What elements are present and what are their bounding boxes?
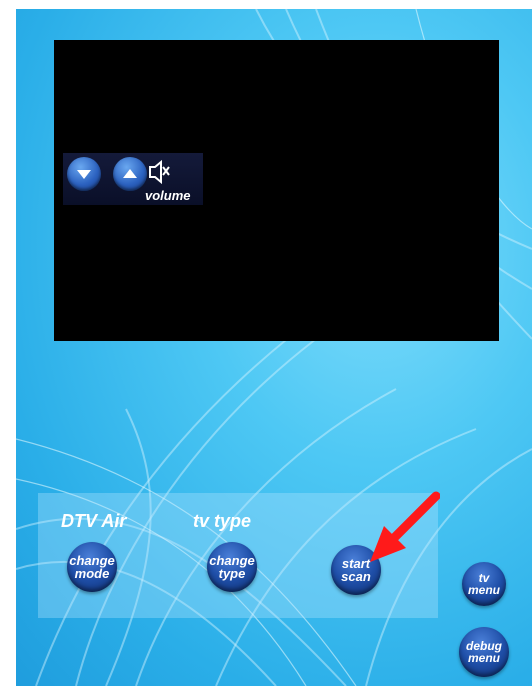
speaker-mute-icon[interactable] (148, 158, 170, 186)
button-label-line: menu (467, 651, 500, 665)
tv-menu-button[interactable]: tv menu (462, 562, 506, 606)
annotation-arrow-icon (370, 491, 440, 562)
button-label-line: scan (341, 569, 371, 584)
volume-down-button[interactable] (67, 157, 101, 191)
chevron-up-icon (123, 169, 137, 178)
volume-label: volume (145, 188, 191, 203)
change-mode-button[interactable]: change mode (67, 542, 117, 592)
debug-menu-button[interactable]: debug menu (459, 627, 509, 677)
button-label-line: type (218, 566, 246, 581)
mode-heading: DTV Air (61, 511, 127, 531)
button-label-line: menu (467, 583, 500, 597)
volume-up-button[interactable] (113, 157, 147, 191)
change-type-button[interactable]: change type (207, 542, 257, 592)
tv-type-heading: tv type (193, 511, 252, 531)
button-label-line: mode (74, 566, 110, 581)
chevron-down-icon (77, 170, 91, 179)
